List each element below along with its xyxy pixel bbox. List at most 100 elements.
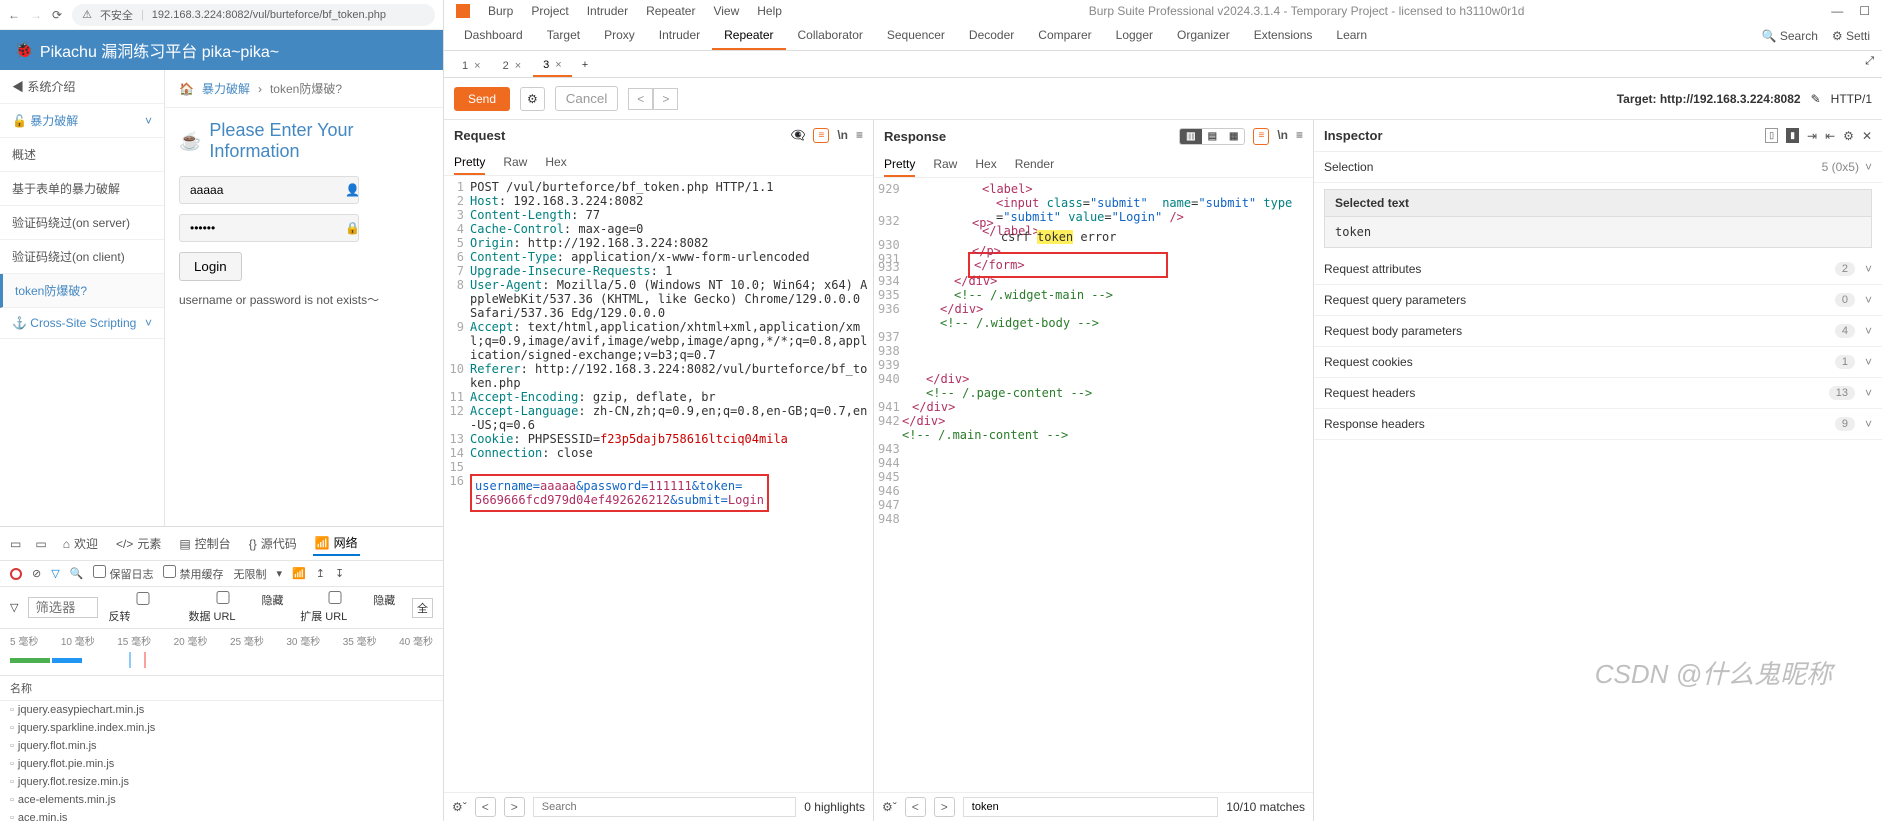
column-name[interactable]: 名称 bbox=[0, 676, 443, 701]
upload-icon[interactable]: ↥ bbox=[316, 567, 325, 580]
tab-dashboard[interactable]: Dashboard bbox=[452, 22, 535, 50]
tab-sequencer[interactable]: Sequencer bbox=[875, 22, 957, 50]
login-button[interactable]: Login bbox=[179, 252, 242, 281]
forward-icon[interactable]: → bbox=[30, 8, 42, 22]
add-tab-button[interactable]: + bbox=[574, 55, 596, 77]
tab-decoder[interactable]: Decoder bbox=[957, 22, 1026, 50]
tab-network[interactable]: 📶网络 bbox=[313, 531, 360, 556]
list-item[interactable]: ▫jquery.flot.pie.min.js bbox=[0, 755, 443, 773]
funnel-icon[interactable]: ▽ bbox=[10, 601, 18, 614]
tab-elements[interactable]: </>元素 bbox=[114, 532, 163, 555]
sidebar-item-overview[interactable]: 概述 bbox=[0, 138, 164, 172]
tab-learn[interactable]: Learn bbox=[1324, 22, 1379, 50]
response-search[interactable] bbox=[963, 797, 1218, 817]
hide-icon[interactable]: 👁‍🗨 bbox=[791, 128, 806, 143]
list-item[interactable]: ▫jquery.easypiechart.min.js bbox=[0, 701, 443, 719]
layout-toggle[interactable]: ▥▤▦ bbox=[1179, 128, 1245, 145]
search-icon[interactable]: 🔍 Search bbox=[1762, 29, 1818, 43]
sidebar-item-captcha-client[interactable]: 验证码绕过(on client) bbox=[0, 240, 164, 274]
resp-tab-hex[interactable]: Hex bbox=[975, 153, 996, 177]
tab-intruder[interactable]: Intruder bbox=[647, 22, 712, 50]
gear-icon[interactable]: ⚙ bbox=[520, 87, 545, 111]
view-mode-icon[interactable]: ≡ bbox=[813, 128, 829, 143]
edit-target-icon[interactable]: ✎ bbox=[1811, 92, 1821, 106]
request-editor[interactable]: 1POST /vul/burteforce/bf_token.php HTTP/… bbox=[444, 176, 873, 792]
menu-burp[interactable]: Burp bbox=[488, 4, 513, 18]
repeater-tab-1[interactable]: 1× bbox=[452, 55, 491, 77]
search-icon[interactable]: 🔍 bbox=[70, 567, 84, 580]
layout-icon[interactable]: ▮ bbox=[1786, 128, 1799, 143]
list-item[interactable]: ▫jquery.flot.min.js bbox=[0, 737, 443, 755]
prev-button[interactable]: < bbox=[628, 88, 653, 110]
inspector-req-attrs[interactable]: Request attributes2˅ bbox=[1314, 254, 1882, 285]
download-icon[interactable]: ↧ bbox=[335, 567, 344, 580]
menu-intruder[interactable]: Intruder bbox=[587, 4, 628, 18]
search-next[interactable]: > bbox=[504, 797, 525, 817]
menu-icon[interactable]: ≡ bbox=[856, 128, 863, 143]
sidebar-group-xss[interactable]: ⚓ Cross-Site Scripting ˅ bbox=[0, 308, 164, 339]
tab-logger[interactable]: Logger bbox=[1104, 22, 1165, 50]
back-icon[interactable]: ← bbox=[8, 8, 20, 22]
response-editor[interactable]: 929<label> <input class="submit" name="s… bbox=[874, 178, 1313, 792]
list-item[interactable]: ▫jquery.sparkline.index.min.js bbox=[0, 719, 443, 737]
inspector-cookies[interactable]: Request cookies1˅ bbox=[1314, 347, 1882, 378]
send-button[interactable]: Send bbox=[454, 87, 510, 111]
req-tab-pretty[interactable]: Pretty bbox=[454, 151, 485, 175]
layout-icon[interactable]: ▯ bbox=[1765, 128, 1778, 143]
tab-collaborator[interactable]: Collaborator bbox=[786, 22, 875, 50]
tab-extensions[interactable]: Extensions bbox=[1242, 22, 1325, 50]
inspector-query-params[interactable]: Request query parameters0˅ bbox=[1314, 285, 1882, 316]
inspector-req-headers[interactable]: Request headers13˅ bbox=[1314, 378, 1882, 409]
close-icon[interactable]: ✕ bbox=[1862, 129, 1872, 143]
minimize-icon[interactable]: — bbox=[1831, 4, 1843, 18]
expand-icon[interactable]: ⇤ bbox=[1825, 129, 1835, 143]
tab-welcome[interactable]: ⌂欢迎 bbox=[61, 532, 100, 555]
list-item[interactable]: ▫ace-elements.min.js bbox=[0, 791, 443, 809]
resp-tab-render[interactable]: Render bbox=[1015, 153, 1054, 177]
reload-icon[interactable]: ⟳ bbox=[52, 8, 62, 22]
view-mode-icon[interactable]: ≡ bbox=[1253, 128, 1269, 145]
inspector-resp-headers[interactable]: Response headers9˅ bbox=[1314, 409, 1882, 440]
sidebar-item-captcha-server[interactable]: 验证码绕过(on server) bbox=[0, 206, 164, 240]
settings-icon[interactable]: ⚙ Setti bbox=[1832, 29, 1870, 43]
inspector-selection[interactable]: Selection 5 (0x5)˅ bbox=[1314, 152, 1882, 183]
search-settings-icon[interactable]: ⚙ˇ bbox=[882, 800, 897, 814]
settings-icon[interactable]: ⚙ bbox=[1843, 129, 1854, 143]
menu-repeater[interactable]: Repeater bbox=[646, 4, 695, 18]
sidebar-group-bruteforce[interactable]: 🔓 暴力破解 ˅ bbox=[0, 104, 164, 138]
tab-target[interactable]: Target bbox=[535, 22, 592, 50]
menu-icon[interactable]: ≡ bbox=[1296, 128, 1303, 145]
password-input[interactable]: 🔒 bbox=[179, 214, 359, 242]
tab-repeater[interactable]: Repeater bbox=[712, 22, 785, 50]
username-input[interactable]: 👤 bbox=[179, 176, 359, 204]
tab-console[interactable]: ▤控制台 bbox=[177, 532, 232, 555]
cancel-button[interactable]: Cancel bbox=[555, 86, 619, 111]
repeater-tab-2[interactable]: 2× bbox=[493, 55, 532, 77]
tab-proxy[interactable]: Proxy bbox=[592, 22, 647, 50]
sidebar-item-token[interactable]: token防爆破? bbox=[0, 274, 164, 308]
expand-icon[interactable]: ⤢ bbox=[1865, 55, 1874, 77]
req-tab-hex[interactable]: Hex bbox=[545, 151, 566, 175]
search-next[interactable]: > bbox=[934, 797, 955, 817]
request-search[interactable] bbox=[533, 797, 796, 817]
list-item[interactable]: ▫jquery.flot.resize.min.js bbox=[0, 773, 443, 791]
repeater-tab-3[interactable]: 3× bbox=[533, 55, 572, 77]
list-item[interactable]: ▫ace.min.js bbox=[0, 809, 443, 821]
maximize-icon[interactable]: ☐ bbox=[1859, 4, 1870, 18]
collapse-icon[interactable]: ⇥ bbox=[1807, 129, 1817, 143]
filter-input[interactable] bbox=[28, 597, 98, 618]
search-prev[interactable]: < bbox=[475, 797, 496, 817]
wifi-icon[interactable]: 📶 bbox=[292, 567, 306, 580]
tab-sources[interactable]: {}源代码 bbox=[247, 532, 299, 555]
menu-help[interactable]: Help bbox=[757, 4, 782, 18]
menu-project[interactable]: Project bbox=[531, 4, 568, 18]
newline-icon[interactable]: \n bbox=[1277, 128, 1288, 145]
next-button[interactable]: > bbox=[653, 88, 678, 110]
device-icon[interactable]: ▭ bbox=[35, 537, 46, 551]
tab-comparer[interactable]: Comparer bbox=[1026, 22, 1103, 50]
resp-tab-raw[interactable]: Raw bbox=[933, 153, 957, 177]
url-bar[interactable]: ⚠ 不安全 | 192.168.3.224:8082/vul/burteforc… bbox=[72, 4, 435, 26]
search-settings-icon[interactable]: ⚙ˇ bbox=[452, 800, 467, 814]
resp-tab-pretty[interactable]: Pretty bbox=[884, 153, 915, 177]
search-prev[interactable]: < bbox=[905, 797, 926, 817]
